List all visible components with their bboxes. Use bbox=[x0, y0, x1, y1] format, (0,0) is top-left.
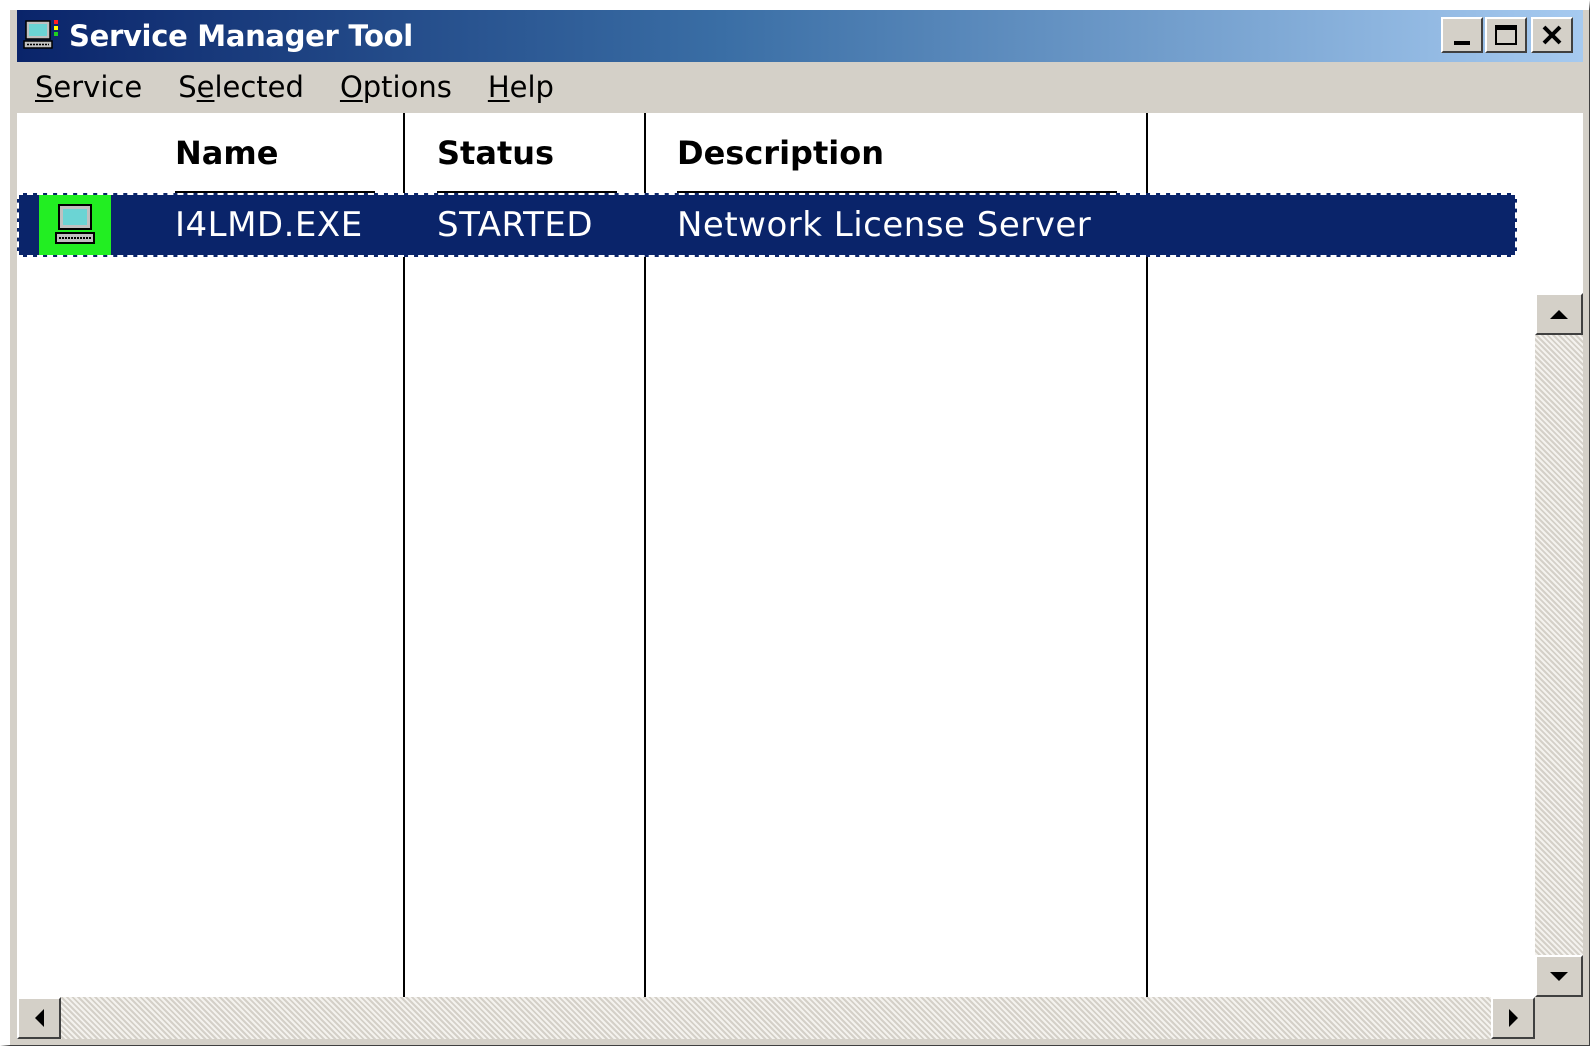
arrow-right-icon bbox=[1508, 1009, 1518, 1027]
window-frame: Service Manager Tool Service Selected Op… bbox=[17, 10, 1583, 1039]
service-status: STARTED bbox=[437, 205, 594, 245]
table-row[interactable]: I4LMD.EXE STARTED Network License Server bbox=[17, 193, 1517, 257]
column-header-description[interactable]: Description bbox=[677, 113, 1117, 193]
column-header-name[interactable]: Name bbox=[175, 113, 375, 193]
scroll-right-button[interactable] bbox=[1491, 997, 1535, 1039]
scroll-up-button[interactable] bbox=[1535, 293, 1583, 335]
horizontal-scrollbar[interactable] bbox=[17, 997, 1535, 1039]
menu-service[interactable]: Service bbox=[17, 62, 160, 112]
menu-bar: Service Selected Options Help bbox=[17, 62, 1583, 112]
close-button[interactable] bbox=[1531, 17, 1573, 53]
service-name: I4LMD.EXE bbox=[175, 205, 363, 245]
maximize-icon bbox=[1495, 25, 1517, 45]
column-header-status[interactable]: Status bbox=[437, 113, 617, 193]
scrollbar-corner bbox=[1535, 997, 1583, 1039]
close-icon bbox=[1542, 25, 1562, 45]
scroll-left-button[interactable] bbox=[17, 997, 61, 1039]
minimize-icon bbox=[1454, 41, 1470, 45]
computer-icon bbox=[23, 16, 63, 56]
menu-selected[interactable]: Selected bbox=[160, 62, 322, 112]
scroll-down-button[interactable] bbox=[1535, 955, 1583, 997]
window-title: Service Manager Tool bbox=[69, 19, 413, 53]
service-list[interactable]: Name Status Description I4LMD.EXE STARTE… bbox=[17, 113, 1583, 1039]
minimize-button[interactable] bbox=[1441, 17, 1483, 53]
arrow-down-icon bbox=[1550, 971, 1568, 981]
arrow-up-icon bbox=[1550, 309, 1568, 319]
service-manager-window: Service Manager Tool Service Selected Op… bbox=[0, 0, 1590, 1046]
service-description: Network License Server bbox=[677, 205, 1092, 245]
menu-help[interactable]: Help bbox=[470, 62, 572, 112]
arrow-left-icon bbox=[34, 1009, 44, 1027]
title-bar[interactable]: Service Manager Tool bbox=[17, 10, 1583, 62]
maximize-button[interactable] bbox=[1485, 17, 1527, 53]
menu-options[interactable]: Options bbox=[322, 62, 470, 112]
service-computer-icon bbox=[39, 195, 111, 255]
vertical-scrollbar[interactable] bbox=[1535, 293, 1583, 997]
